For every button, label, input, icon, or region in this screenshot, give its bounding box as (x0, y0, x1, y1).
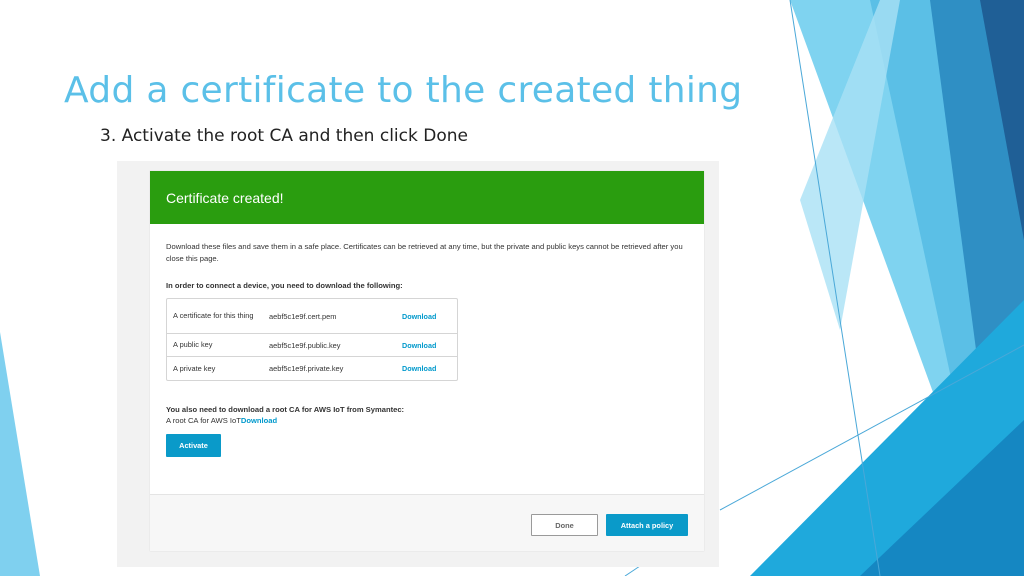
intro-text: Download these files and save them in a … (166, 242, 683, 263)
left-accent-shape (0, 332, 40, 576)
dialog-header-title: Certificate created! (166, 189, 284, 206)
dialog-body: Download these files and save them in a … (150, 224, 704, 457)
certificate-created-dialog: Certificate created! Download these file… (150, 171, 704, 551)
root-ca-line: A root CA for AWS IoTDownload (166, 414, 688, 425)
done-button[interactable]: Done (531, 514, 598, 536)
screenshot-panel: Certificate created! Download these file… (117, 161, 719, 567)
file-name: aebf5c1e9f.private.key (269, 364, 344, 373)
download-certificate-link[interactable]: Download (402, 312, 436, 321)
root-ca-heading: You also need to download a root CA for … (166, 405, 405, 414)
dialog-footer: Done Attach a policy (150, 494, 704, 551)
download-public-key-link[interactable]: Download (402, 341, 436, 350)
slide-subtitle: 3. Activate the root CA and then click D… (100, 126, 468, 146)
root-ca-text: A root CA for AWS IoT (166, 416, 241, 425)
file-name: aebf5c1e9f.public.key (269, 340, 341, 350)
file-label: A private key (173, 363, 216, 373)
download-instruction: In order to connect a device, you need t… (166, 281, 403, 290)
table-row: A public key aebf5c1e9f.public.key Downl… (167, 334, 457, 357)
file-download-table: A certificate for this thing aebf5c1e9f.… (166, 298, 458, 381)
thin-line-3 (624, 565, 641, 576)
download-root-ca-link[interactable]: Download (241, 416, 277, 425)
table-row: A certificate for this thing aebf5c1e9f.… (167, 299, 457, 334)
file-label: A public key (173, 340, 213, 349)
file-label: A certificate for this thing (173, 311, 254, 320)
file-name: aebf5c1e9f.cert.pem (269, 311, 337, 321)
download-private-key-link[interactable]: Download (402, 364, 436, 373)
dialog-header: Certificate created! (150, 171, 704, 224)
table-row: A private key aebf5c1e9f.private.key Dow… (167, 357, 457, 380)
activate-button[interactable]: Activate (166, 434, 221, 457)
attach-policy-button[interactable]: Attach a policy (606, 514, 688, 536)
slide-title: Add a certificate to the created thing (64, 70, 743, 111)
